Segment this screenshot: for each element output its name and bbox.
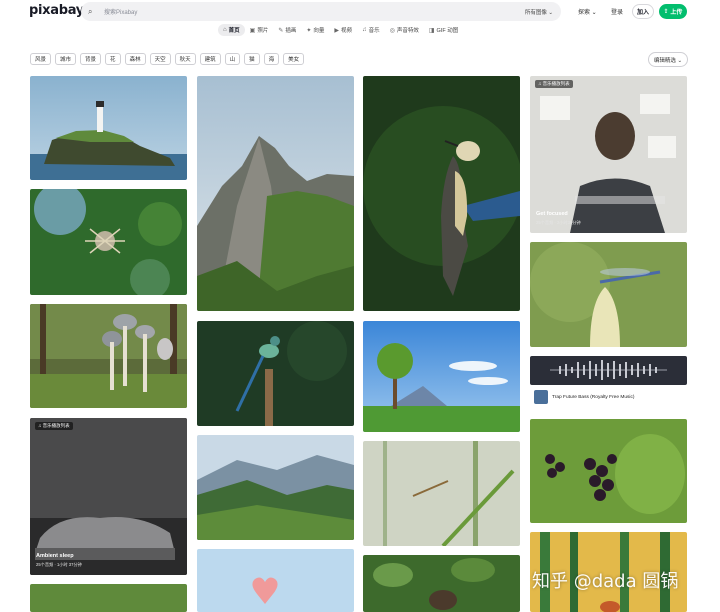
chip-mountain[interactable]: 山: [224, 53, 241, 65]
chip-beauty[interactable]: 美女: [283, 53, 305, 65]
upload-icon: ⇪: [663, 9, 671, 15]
gif-icon: ◨: [428, 27, 435, 34]
leaves-cat-image[interactable]: [363, 555, 520, 612]
playlist-badge: ♫ 音乐播放列表: [535, 80, 573, 88]
chip-autumn[interactable]: 秋天: [174, 53, 196, 65]
mushrooms-image[interactable]: [30, 304, 187, 408]
search-placeholder[interactable]: 搜索Pixabay: [104, 7, 137, 16]
search-bar[interactable]: ⌕ 搜索Pixabay 所有图像 ⌄: [81, 2, 561, 21]
tab-vectors[interactable]: ✦ 向量: [301, 24, 329, 36]
search-icon: ⌕: [88, 6, 93, 16]
top-header: pixabay ⌕ 搜索Pixabay 所有图像 ⌄ 探索 ⌄ 登录 加入 ⇪ …: [0, 0, 720, 24]
playlist-title: Ambient sleep: [36, 553, 74, 559]
tab-music[interactable]: ♫ 音乐: [357, 24, 385, 36]
tab-label: 声音特效: [396, 28, 419, 34]
tab-photos[interactable]: ▣ 照片: [245, 24, 274, 36]
tree-sky-image[interactable]: [363, 321, 520, 432]
search-scope-dropdown[interactable]: 所有图像 ⌄: [525, 8, 553, 16]
audio-track-card[interactable]: Trap Future Bass (Royalty Free Music): [530, 356, 687, 409]
tab-label: 视频: [341, 28, 353, 34]
join-button[interactable]: 加入: [632, 4, 654, 19]
chip-flower[interactable]: 花: [105, 53, 121, 65]
mountain-image[interactable]: [197, 76, 354, 311]
chip-scenery[interactable]: 风景: [30, 53, 52, 65]
media-type-tabs: ⌂ 首页 ▣ 照片 ✎ 插画 ✦ 向量 ▶ 视频 ♫ 音乐 ◎ 声音特效 ◨ GIF 动图: [218, 24, 463, 36]
grass-image[interactable]: [30, 584, 187, 612]
editors-choice-dropdown[interactable]: 编辑精选 ⌄: [648, 52, 688, 67]
ambient-sleep-playlist[interactable]: ♫ 音乐播放列表 Ambient sleep 25个音频 · 1小时 37分钟: [30, 418, 187, 575]
pixabay-logo[interactable]: pixabay: [29, 3, 84, 18]
tab-label: 首页: [228, 28, 240, 34]
spider-image[interactable]: [30, 189, 187, 295]
watermark-text: 知乎 @dada 圆锅: [532, 571, 679, 592]
playlist-title: Get focused: [536, 211, 568, 217]
explore-menu[interactable]: 探索 ⌄: [578, 7, 597, 16]
sound-icon: ◎: [389, 27, 395, 34]
green-hills-image[interactable]: [197, 435, 354, 540]
chip-background[interactable]: 背景: [80, 53, 102, 65]
chip-city[interactable]: 城市: [55, 53, 77, 65]
tab-home[interactable]: ⌂ 首页: [218, 24, 245, 36]
home-icon: ⌂: [223, 27, 227, 33]
audio-track-title[interactable]: Trap Future Bass (Royalty Free Music): [552, 395, 634, 400]
woodpecker-image[interactable]: [363, 76, 520, 311]
chip-architecture[interactable]: 建筑: [199, 53, 221, 65]
login-link[interactable]: 登录: [611, 7, 623, 16]
chip-sky[interactable]: 天空: [149, 53, 171, 65]
tab-label: 向量: [313, 28, 325, 34]
heart-balloon-image[interactable]: [197, 549, 354, 612]
tab-label: 插画: [285, 28, 297, 34]
playlist-meta: 25个音频 · 1小时 37分钟: [36, 562, 82, 567]
chip-forest[interactable]: 森林: [124, 53, 146, 65]
dragonfly-bud-image[interactable]: [530, 242, 687, 347]
pencil-icon: ✎: [278, 27, 284, 34]
tab-gif[interactable]: ◨ GIF 动图: [424, 24, 463, 36]
upload-button[interactable]: ⇪ 上传: [659, 4, 687, 19]
camera-icon: ▣: [249, 27, 256, 34]
playlist-badge: ♫ 音乐播放列表: [35, 422, 73, 430]
get-focused-playlist[interactable]: ♫ 音乐播放列表 Get focused 25个音频 · 2小时39分钟: [530, 76, 687, 233]
berries-image[interactable]: [530, 419, 687, 523]
bird-on-post-image[interactable]: [197, 321, 354, 426]
topic-chips: 风景 城市 背景 花 森林 天空 秋天 建筑 山 猫 海 美女: [30, 53, 305, 65]
tab-label: 音乐: [368, 28, 380, 34]
audio-cover-thumbnail[interactable]: [534, 390, 548, 404]
chip-sea[interactable]: 海: [263, 53, 280, 65]
tab-label: GIF 动图: [436, 28, 459, 34]
vector-icon: ✦: [306, 27, 312, 34]
music-note-icon: ♫: [362, 27, 367, 33]
video-icon: ▶: [334, 27, 340, 34]
audio-waveform[interactable]: [530, 356, 687, 385]
audio-info-row: Trap Future Bass (Royalty Free Music): [534, 390, 634, 404]
tab-illustrations[interactable]: ✎ 插画: [273, 24, 301, 36]
tab-label: 照片: [257, 28, 269, 34]
playlist-meta: 25个音频 · 2小时39分钟: [536, 220, 581, 225]
tab-videos[interactable]: ▶ 视频: [329, 24, 357, 36]
dragonfly-grass-image[interactable]: [363, 441, 520, 546]
tab-sound-effects[interactable]: ◎ 声音特效: [385, 24, 424, 36]
chip-cat[interactable]: 猫: [244, 53, 260, 65]
upload-label: 上传: [670, 10, 683, 16]
lighthouse-image[interactable]: [30, 76, 187, 180]
